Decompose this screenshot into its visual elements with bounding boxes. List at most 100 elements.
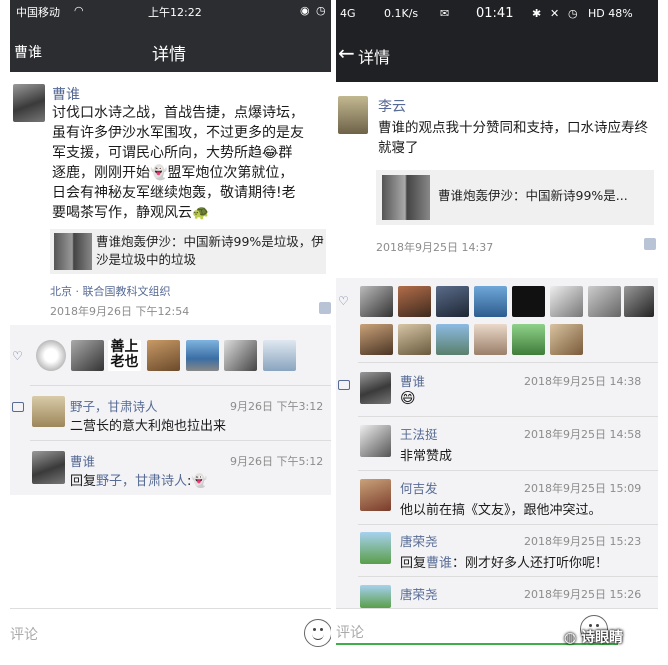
reply-target[interactable]: 曹谁 xyxy=(426,556,452,571)
like-avatar[interactable] xyxy=(512,324,545,355)
comment-text: 二营长的意大利炮也拉出来 xyxy=(70,419,227,434)
comment-input[interactable]: 评论 xyxy=(10,624,38,644)
likes-comments-panel: ♡ 曹谁 2018年9月25日 14:38 😄 王法挺 2018年9月25日 1… xyxy=(336,278,658,608)
commenter-name[interactable]: 唐荣尧 xyxy=(400,531,438,550)
reply-prefix: 回复 xyxy=(70,474,97,489)
like-avatar[interactable] xyxy=(360,324,393,355)
like-avatar[interactable] xyxy=(550,286,583,317)
comment-action-icon[interactable] xyxy=(644,238,656,250)
like-avatar[interactable] xyxy=(624,286,654,317)
mute-icon: ✕ xyxy=(550,7,560,20)
clock-label: 上午12:22 xyxy=(148,6,202,19)
like-avatar[interactable] xyxy=(224,340,257,371)
emoji-icon[interactable] xyxy=(304,619,331,647)
comment-input[interactable]: 评论 xyxy=(336,622,364,642)
commenter-avatar[interactable] xyxy=(32,451,65,484)
post-time: 2018年9月25日 14:37 xyxy=(376,241,494,254)
like-avatar[interactable] xyxy=(436,286,469,317)
like-avatar[interactable] xyxy=(436,324,469,355)
post-line: 军支援，可谓民心所向，大势所趋😂群 xyxy=(52,145,293,161)
author-name[interactable]: 李云 xyxy=(378,96,406,116)
commenter-name[interactable]: 曹谁 xyxy=(400,371,425,390)
comment-action-icon[interactable] xyxy=(319,302,331,314)
like-avatar[interactable] xyxy=(398,286,431,317)
post-line: 要喝茶写作，静观风云🐢 xyxy=(52,205,210,221)
commenter-avatar[interactable] xyxy=(360,425,391,457)
comment-text: 他以前在搞《文友》，跟他冲突过。 xyxy=(400,503,602,518)
right-screenshot: 4G 0.1K/s ✉ 01:41 ✱ ✕ ◷ HD 48% ← 详情 李云 曹… xyxy=(336,0,658,665)
status-bar: 中国移动 ◠ 上午12:22 ◉ ◷ xyxy=(10,0,331,22)
title-bar: ← 详情 xyxy=(336,28,658,82)
like-avatar[interactable] xyxy=(147,340,180,371)
commenter-name[interactable]: 野子，甘肃诗人 xyxy=(70,396,158,415)
article-title: 曹谁炮轰伊沙：中国新诗99%是... xyxy=(438,188,628,203)
likes-comments-panel: ♡ 善上老也 野子，甘肃诗人 9月26日 下午3:12 二营长的意大利炮也拉出来… xyxy=(10,325,331,495)
location-label[interactable]: 北京 · 联合国教科文组织 xyxy=(50,283,171,299)
title-bar: 曹谁 详情 xyxy=(10,22,331,72)
divider xyxy=(30,440,331,441)
like-avatar[interactable] xyxy=(474,324,507,355)
status-bar: 4G 0.1K/s ✉ 01:41 ✱ ✕ ◷ HD 48% xyxy=(336,0,658,28)
like-avatar[interactable] xyxy=(71,340,104,371)
commenter-avatar[interactable] xyxy=(360,585,391,608)
post-line: 逐鹿，刚刚开始👻盟军炮位次第就位， xyxy=(52,165,294,181)
commenter-name[interactable]: 王法挺 xyxy=(400,424,438,443)
battery-label: HD 48% xyxy=(588,7,633,20)
back-arrow-icon[interactable]: ← xyxy=(338,41,355,65)
comment-time: 2018年9月25日 14:58 xyxy=(524,428,642,441)
like-avatar[interactable] xyxy=(512,286,545,317)
commenter-name[interactable]: 曹谁 xyxy=(70,451,95,470)
comment-time: 2018年9月25日 15:26 xyxy=(524,588,642,601)
post-time: 2018年9月26日 下午12:54 xyxy=(50,305,190,318)
reply-text: :👻 xyxy=(187,474,208,489)
comment-time: 9月26日 下午3:12 xyxy=(230,400,324,413)
like-avatar[interactable] xyxy=(398,324,431,355)
commenter-avatar[interactable] xyxy=(32,396,65,427)
carrier-label: 中国移动 xyxy=(16,6,60,19)
like-avatar[interactable] xyxy=(474,286,507,317)
article-thumbnail xyxy=(54,233,92,270)
clock-label: 01:41 xyxy=(476,6,514,21)
alarm-icon: ◷ xyxy=(316,4,326,17)
like-avatar[interactable] xyxy=(36,340,66,371)
divider xyxy=(358,524,658,525)
author-avatar[interactable] xyxy=(13,84,45,122)
bluetooth-icon: ✱ xyxy=(532,7,542,20)
back-button[interactable]: 曹谁 xyxy=(14,42,42,62)
reply-target[interactable]: 野子，甘肃诗人 xyxy=(96,474,187,489)
shared-article-card[interactable]: 曹谁炮轰伊沙：中国新诗99%是垃圾，伊沙是垃圾中的垃圾 xyxy=(50,229,326,274)
comment-bubble-icon xyxy=(12,402,24,412)
divider xyxy=(358,470,658,471)
page-title: 详情 xyxy=(152,45,186,65)
article-thumbnail xyxy=(382,175,430,220)
comment-input-bar: 评论 xyxy=(10,608,331,659)
like-avatar[interactable] xyxy=(360,286,393,317)
comment-bubble-icon xyxy=(338,380,350,390)
wechat-logo-icon: ◍ xyxy=(564,630,577,646)
like-avatar[interactable]: 善上老也 xyxy=(108,340,141,371)
speed-label: 0.1K/s xyxy=(384,7,419,20)
commenter-avatar[interactable] xyxy=(360,532,391,564)
calligraphy-avatar-text: 善上老也 xyxy=(110,339,139,370)
post-line: 就寝了 xyxy=(378,140,419,156)
heart-icon: ♡ xyxy=(12,349,23,363)
comment-text: 回复曹谁：刚才好多人还打听你呢！ xyxy=(400,552,608,571)
shared-article-card[interactable]: 曹谁炮轰伊沙：中国新诗99%是... xyxy=(376,170,654,225)
commenter-name[interactable]: 唐荣尧 xyxy=(400,584,438,603)
comment-text: 非常赞成 xyxy=(400,449,453,464)
comment-text: 😄 xyxy=(400,389,416,407)
wifi-icon: ◠ xyxy=(74,4,84,17)
like-avatar[interactable] xyxy=(186,340,219,371)
message-icon: ✉ xyxy=(440,7,450,20)
author-avatar[interactable] xyxy=(338,96,368,134)
like-avatar[interactable] xyxy=(550,324,583,355)
post-text: 曹谁的观点我十分赞同和支持，口水诗应寿终 就寝了 xyxy=(378,118,658,158)
like-avatar[interactable] xyxy=(263,340,296,371)
divider xyxy=(358,416,658,417)
commenter-avatar[interactable] xyxy=(360,479,391,511)
commenter-name[interactable]: 何吉发 xyxy=(400,478,438,497)
location-icon: ◉ xyxy=(300,4,310,17)
author-name[interactable]: 曹谁 xyxy=(52,84,80,104)
like-avatar[interactable] xyxy=(588,286,621,317)
commenter-avatar[interactable] xyxy=(360,372,391,404)
